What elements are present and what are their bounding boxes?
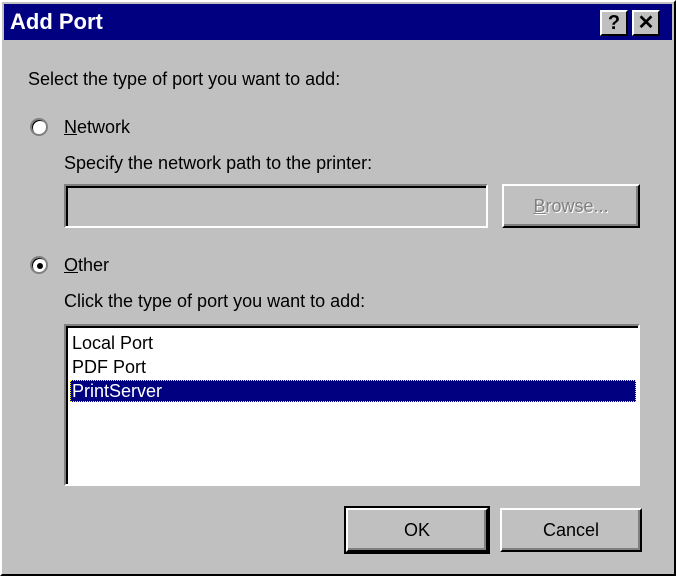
help-icon: ?: [607, 12, 621, 34]
network-path-input[interactable]: [64, 184, 488, 228]
other-label-rest: ther: [78, 255, 110, 275]
other-radio[interactable]: [30, 256, 48, 274]
network-path-input-bevel: [66, 186, 486, 226]
cancel-button[interactable]: Cancel: [500, 508, 642, 552]
cancel-button-label: Cancel: [542, 520, 600, 540]
browse-button-label: Browse...: [533, 196, 609, 216]
ok-button[interactable]: OK: [344, 506, 490, 554]
network-radio[interactable]: [30, 118, 48, 136]
other-radio-label[interactable]: Other: [64, 254, 109, 276]
help-button[interactable]: ?: [600, 10, 628, 36]
ok-button-label: OK: [403, 520, 430, 540]
network-radio-label[interactable]: Network: [64, 116, 130, 138]
network-path-label: Specify the network path to the printer:: [64, 153, 373, 173]
list-item-local-port[interactable]: Local Port: [70, 332, 636, 354]
close-icon: ✕: [637, 12, 655, 34]
network-label-rest: etwork: [77, 117, 131, 137]
network-mnemonic: N: [64, 117, 77, 137]
port-type-prompt: Select the type of port you want to add:: [28, 69, 341, 89]
list-item-printserver[interactable]: PrintServer: [70, 380, 636, 402]
title-bar[interactable]: Add Port ? ✕: [4, 4, 672, 40]
browse-button[interactable]: Browse...: [502, 184, 640, 228]
close-button[interactable]: ✕: [632, 10, 660, 36]
add-port-dialog: Add Port ? ✕ Select the type of port you…: [0, 0, 676, 576]
other-radio-dot: [37, 263, 43, 269]
port-type-listbox[interactable]: Local Port PDF Port PrintServer: [64, 324, 640, 486]
other-mnemonic: O: [64, 255, 79, 275]
port-list-label: Click the type of port you want to add:: [64, 291, 366, 311]
list-item-pdf-port[interactable]: PDF Port: [70, 356, 636, 378]
window-title: Add Port: [10, 9, 103, 34]
